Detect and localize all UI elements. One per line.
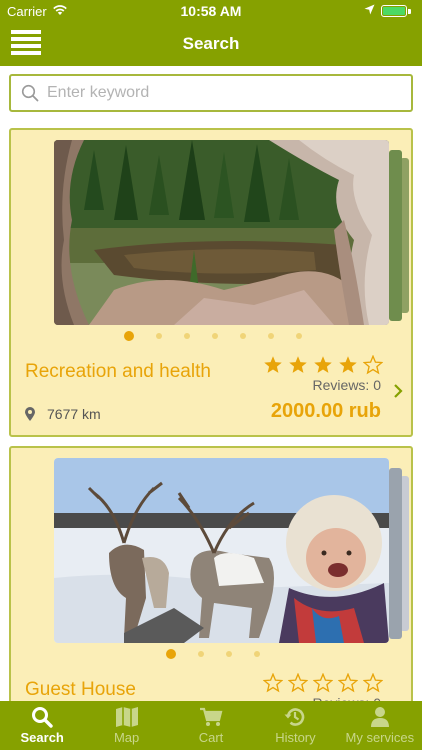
tab-history[interactable]: History bbox=[253, 701, 337, 750]
tab-my-services[interactable]: My services bbox=[338, 701, 422, 750]
pagination-dot-active[interactable] bbox=[166, 649, 176, 659]
search-box[interactable] bbox=[9, 74, 413, 112]
cart-icon bbox=[200, 707, 223, 726]
listing-card[interactable]: Guest House Reviews: 0 bbox=[9, 446, 413, 716]
reviews-count: Reviews: 0 bbox=[312, 377, 381, 393]
pagination-dot[interactable] bbox=[198, 651, 204, 657]
user-icon bbox=[370, 707, 389, 727]
listing-photo[interactable] bbox=[54, 140, 389, 325]
tab-label: Map bbox=[113, 730, 140, 745]
forest-river-photo bbox=[54, 140, 389, 325]
status-bar: Carrier 10:58 AM bbox=[0, 0, 422, 22]
pagination-dot[interactable] bbox=[212, 333, 218, 339]
battery-icon bbox=[381, 5, 411, 17]
star-filled-icon bbox=[314, 356, 332, 373]
search-icon bbox=[32, 707, 53, 728]
pagination-dot[interactable] bbox=[240, 333, 246, 339]
tab-search[interactable]: Search bbox=[0, 701, 84, 750]
map-icon bbox=[115, 707, 138, 727]
star-empty-icon bbox=[338, 673, 358, 693]
star-empty-icon bbox=[288, 673, 308, 693]
star-empty-icon bbox=[363, 673, 383, 693]
location-arrow-icon bbox=[364, 4, 375, 15]
tab-bar: Search Map Cart History My services bbox=[0, 701, 422, 750]
star-empty-icon bbox=[313, 673, 333, 693]
tab-label: History bbox=[275, 730, 316, 745]
rating-stars bbox=[263, 673, 388, 693]
pagination-dot[interactable] bbox=[296, 333, 302, 339]
listing-price: 2000.00 rub bbox=[270, 400, 381, 422]
page-title: Search bbox=[182, 34, 240, 53]
tab-label: Cart bbox=[198, 730, 224, 745]
map-pin-icon bbox=[25, 407, 35, 421]
photo-pagination bbox=[11, 331, 411, 341]
star-filled-icon bbox=[289, 356, 307, 373]
pagination-dot[interactable] bbox=[156, 333, 162, 339]
rating-stars bbox=[263, 355, 388, 375]
star-empty-icon bbox=[363, 355, 383, 375]
listing-title[interactable]: Guest House bbox=[25, 679, 136, 701]
pagination-dot[interactable] bbox=[254, 651, 260, 657]
distance-label: 7677 km bbox=[47, 406, 101, 422]
history-icon bbox=[284, 708, 305, 726]
listing-title[interactable]: Recreation and health bbox=[25, 361, 211, 383]
nav-bar: Search bbox=[0, 22, 422, 66]
listing-distance: 7677 km bbox=[25, 406, 101, 422]
listing-photo[interactable] bbox=[54, 458, 389, 643]
star-filled-icon bbox=[339, 356, 357, 373]
photo-pagination bbox=[11, 649, 411, 659]
tab-label: Search bbox=[20, 730, 64, 745]
reindeer-child-photo bbox=[54, 458, 389, 643]
photo-stack-middle bbox=[389, 150, 402, 321]
tab-cart[interactable]: Cart bbox=[169, 701, 253, 750]
star-filled-icon bbox=[264, 356, 282, 373]
tab-label: My services bbox=[345, 730, 415, 745]
search-icon bbox=[21, 84, 39, 102]
tab-map[interactable]: Map bbox=[84, 701, 168, 750]
pagination-dot-active[interactable] bbox=[124, 331, 134, 341]
pagination-dot[interactable] bbox=[184, 333, 190, 339]
search-input[interactable] bbox=[47, 80, 402, 106]
star-empty-icon bbox=[263, 673, 283, 693]
clock: 10:58 AM bbox=[180, 3, 242, 19]
pagination-dot[interactable] bbox=[226, 651, 232, 657]
pagination-dot[interactable] bbox=[268, 333, 274, 339]
chevron-right-icon[interactable] bbox=[393, 383, 403, 399]
listing-card[interactable]: Recreation and health Reviews: 0 2000.00… bbox=[9, 128, 413, 437]
photo-stack-middle bbox=[389, 468, 402, 639]
